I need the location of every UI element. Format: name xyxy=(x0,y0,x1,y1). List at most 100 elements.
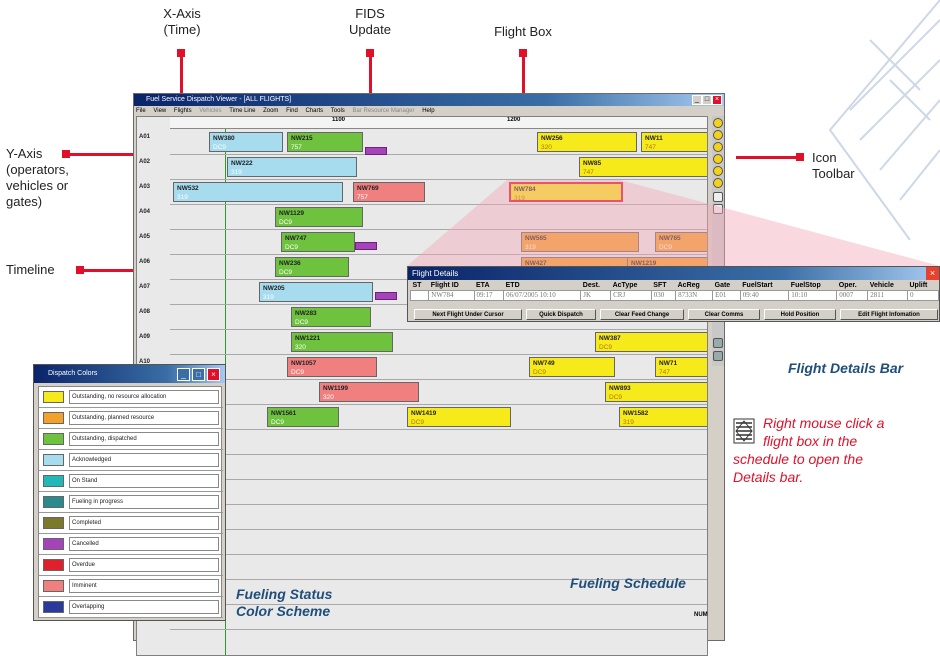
quick-dispatch-button[interactable]: Quick Dispatch xyxy=(526,309,596,320)
pan-right-icon[interactable] xyxy=(713,166,723,176)
edit-flight-info-button[interactable]: Edit Flight Infomation xyxy=(840,309,938,320)
row-divider xyxy=(170,379,707,380)
flight-box[interactable]: NW747 DC9 xyxy=(281,232,355,252)
flight-box[interactable]: NW769 757 xyxy=(353,182,425,202)
flight-box[interactable]: NW1199 320 xyxy=(319,382,419,402)
field-fuelstart[interactable]: 09:40 xyxy=(739,289,790,301)
maximize-button[interactable]: □ xyxy=(702,95,712,105)
field-flight-id[interactable]: NW784 xyxy=(428,289,475,301)
field-oper[interactable]: 0007 xyxy=(836,289,869,301)
flight-box[interactable]: NW380 DC9 xyxy=(209,132,283,152)
hold-position-button[interactable]: Hold Position xyxy=(764,309,836,320)
print-icon[interactable] xyxy=(713,338,723,348)
flight-box[interactable]: NW283 DC9 xyxy=(291,307,371,327)
row-label: A07 xyxy=(139,284,151,290)
row-divider xyxy=(170,479,707,480)
menu-zoom[interactable]: Zoom xyxy=(263,108,278,114)
row-divider xyxy=(170,404,707,405)
legend-row: Outstanding, planned resource xyxy=(39,408,223,429)
field-eta[interactable]: 09:17 xyxy=(473,289,505,301)
legend-row: Completed xyxy=(39,513,223,534)
callout-fids: FIDS Update xyxy=(349,6,391,37)
flight-box[interactable]: NW11 747 xyxy=(641,132,707,152)
legend-row: Acknowledged xyxy=(39,450,223,471)
legend-row: Overlapping xyxy=(39,597,223,618)
column-header: ETA xyxy=(476,281,490,289)
row-divider xyxy=(170,179,707,180)
callout-icon-toolbar-line xyxy=(736,156,796,159)
legend-row: On Stand xyxy=(39,471,223,492)
close-button[interactable]: × xyxy=(207,368,220,381)
color-swatch xyxy=(43,601,64,613)
field-etd[interactable]: 06/07/2005 10:10 xyxy=(503,289,582,301)
clear-feed-change-button[interactable]: Clear Feed Change xyxy=(600,309,684,320)
column-header: Dest. xyxy=(582,281,600,289)
flight-box[interactable]: NW85 747 xyxy=(579,157,707,177)
window-title: Fuel Service Dispatch Viewer - [ALL FLIG… xyxy=(134,94,724,106)
flight-box[interactable]: NW1561 DC9 xyxy=(267,407,339,427)
menu-bar-resource-manager[interactable]: Bar Resource Manager xyxy=(352,108,414,114)
menu-file[interactable]: File xyxy=(136,108,146,114)
flight-box[interactable]: NW784 319 xyxy=(509,182,623,202)
menu-view[interactable]: View xyxy=(153,108,166,114)
minus-icon[interactable] xyxy=(713,204,723,214)
flight-box-icon xyxy=(733,418,755,444)
menu-flights[interactable]: Flights xyxy=(174,108,192,114)
flight-box[interactable]: NW387 DC9 xyxy=(595,332,707,352)
minimize-button[interactable]: _ xyxy=(177,368,190,381)
close-button[interactable]: × xyxy=(712,95,722,105)
field-uplift[interactable]: 0 xyxy=(906,289,940,301)
hint-line-3: schedule to open the xyxy=(733,451,863,467)
flight-box[interactable]: NW893 DC9 xyxy=(605,382,707,402)
flight-box[interactable]: NW71 747 xyxy=(655,357,707,377)
field-st[interactable] xyxy=(409,289,430,301)
flight-box[interactable]: NW1582 319 xyxy=(619,407,707,427)
clear-comms-button[interactable]: Clear Comms xyxy=(688,309,760,320)
scroll-down-icon[interactable] xyxy=(713,178,723,188)
menu-vehicles[interactable]: Vehicles xyxy=(199,108,221,114)
field-sft[interactable]: 030 xyxy=(650,289,677,301)
zoom-out-icon[interactable] xyxy=(713,142,723,152)
minimize-button[interactable]: _ xyxy=(692,95,702,105)
flight-box[interactable]: NW236 DC9 xyxy=(275,257,349,277)
menu-help[interactable]: Help xyxy=(422,108,434,114)
legend-row: Imminent xyxy=(39,576,223,597)
flight-details-close-button[interactable]: × xyxy=(926,267,939,280)
menu-tools[interactable]: Tools xyxy=(331,108,345,114)
row-label: A09 xyxy=(139,334,151,340)
dispatch-colors-window: Dispatch Colors _ □ × Outstanding, no re… xyxy=(33,364,226,621)
field-gate[interactable]: E01 xyxy=(712,289,741,301)
flight-box[interactable]: NW1221 320 xyxy=(291,332,393,352)
menu-charts[interactable]: Charts xyxy=(305,108,323,114)
plus-icon[interactable] xyxy=(713,192,723,202)
flight-box[interactable]: NW222 319 xyxy=(227,157,357,177)
field-dest[interactable]: JK xyxy=(580,289,612,301)
menu-find[interactable]: Find xyxy=(286,108,298,114)
zoom-in-icon[interactable] xyxy=(713,130,723,140)
next-flight-button[interactable]: Next Flight Under Cursor xyxy=(414,309,522,320)
legend-label: Overdue xyxy=(69,558,219,572)
flight-box[interactable]: NW256 320 xyxy=(537,132,637,152)
field-vehicle[interactable]: 2811 xyxy=(867,289,908,301)
field-actype[interactable]: CRJ xyxy=(610,289,652,301)
pan-left-icon[interactable] xyxy=(713,154,723,164)
flight-box[interactable]: NW1129 DC9 xyxy=(275,207,363,227)
flight-box[interactable]: NW1419 DC9 xyxy=(407,407,511,427)
save-icon[interactable] xyxy=(713,351,723,361)
field-fuelstop[interactable]: 10:10 xyxy=(788,289,838,301)
flight-box[interactable]: NW1057 DC9 xyxy=(287,357,377,377)
row-divider xyxy=(170,229,707,230)
field-acreg[interactable]: 8733N xyxy=(675,289,714,301)
legend-label: Fueling in progress xyxy=(69,495,219,509)
flight-box[interactable]: NW749 DC9 xyxy=(529,357,615,377)
flight-box[interactable]: NW532 319 xyxy=(173,182,343,202)
flight-box[interactable]: NW765 DC9 xyxy=(655,232,707,252)
menu-timeline[interactable]: Time Line xyxy=(229,108,255,114)
color-swatch xyxy=(43,538,64,550)
flight-box[interactable]: NW215 757 xyxy=(287,132,363,152)
scroll-up-icon[interactable] xyxy=(713,118,723,128)
legend-label: Outstanding, planned resource xyxy=(69,411,219,425)
flight-box[interactable]: NW565 319 xyxy=(521,232,639,252)
flight-box[interactable]: NW205 319 xyxy=(259,282,373,302)
maximize-button[interactable]: □ xyxy=(192,368,205,381)
